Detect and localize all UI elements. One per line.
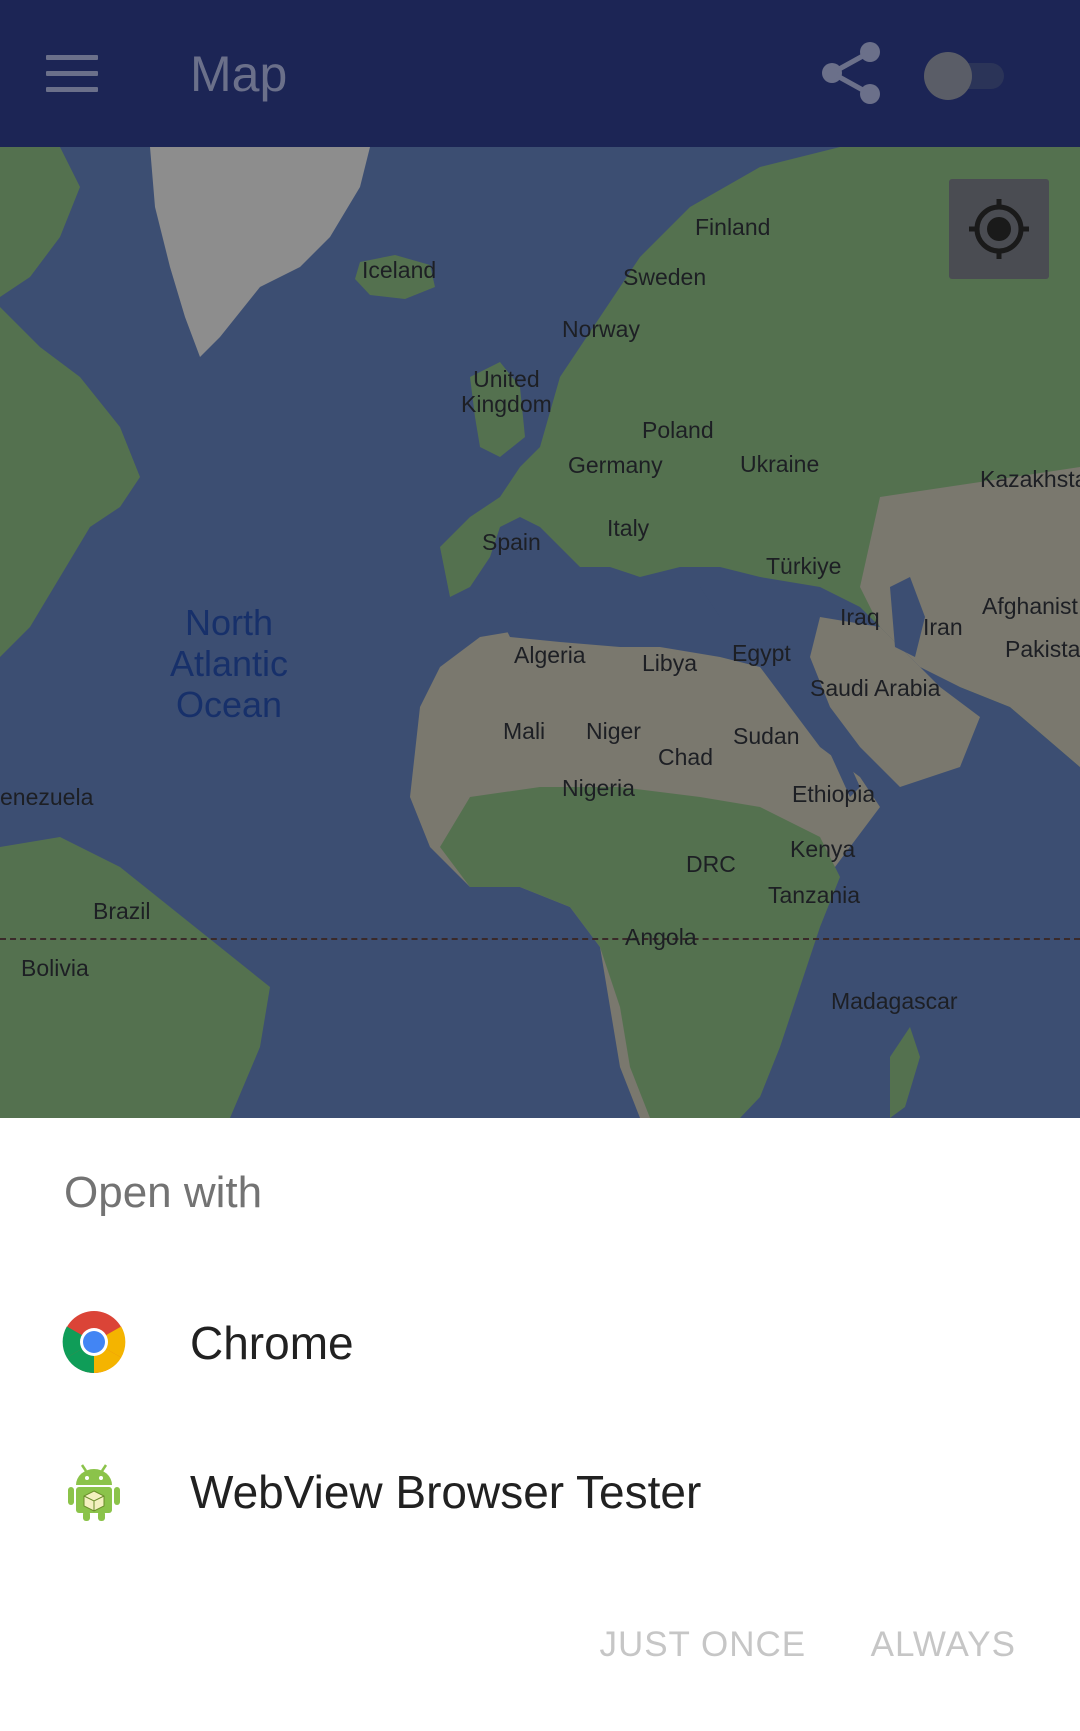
toggle-thumb [924,52,972,100]
app-label: Chrome [190,1317,354,1369]
map-graphic [0,147,1080,1118]
ocean-label: North Atlantic Ocean [170,602,289,725]
sheet-title: Open with [64,1168,263,1217]
country-label: Spain [482,529,541,555]
country-label: Niger [586,718,641,744]
country-label: Afghanist [982,593,1078,619]
page-title: Map [190,46,288,102]
android-icon [62,1459,126,1523]
country-label: Türkiye [766,553,842,579]
app-option-webview-tester[interactable]: WebView Browser Tester [0,1421,1080,1561]
country-label: Angola [625,924,697,950]
country-label: Madagascar [831,988,958,1014]
toggle-switch[interactable] [924,50,1008,100]
country-label: Finland [695,214,771,240]
chrome-icon [62,1310,126,1374]
country-label: Italy [607,515,650,541]
equator-line [0,938,1080,940]
app-label: WebView Browser Tester [190,1466,702,1518]
country-label: Egypt [732,640,791,666]
country-label: Germany [568,452,663,478]
app-bar: Map [0,0,1080,147]
map-view[interactable]: North Atlantic Ocean Finland Iceland Swe… [0,147,1080,1118]
share-icon[interactable] [820,40,882,106]
country-label: Sweden [623,264,707,290]
country-label: Mali [503,718,546,744]
country-label: Chad [658,744,713,770]
country-label: United Kingdom [461,366,552,417]
open-with-sheet: Open with Chrome WebView Browser Tester … [0,1118,1080,1731]
country-label: Ethiopia [792,781,876,807]
country-label: Norway [562,316,640,342]
country-label: Tanzania [768,882,861,908]
always-button[interactable]: ALWAYS [871,1625,1016,1665]
country-label: Iraq [840,604,880,630]
country-label: Kenya [790,836,856,862]
country-label: Bolivia [21,955,89,981]
country-label: Iceland [362,257,437,283]
country-label: Saudi Arabia [810,675,941,701]
country-label: Nigeria [562,775,635,801]
just-once-button[interactable]: JUST ONCE [599,1625,806,1665]
menu-icon[interactable] [46,55,98,95]
country-label: Kazakhsta [980,466,1080,492]
country-label: Poland [642,417,714,443]
app-option-chrome[interactable]: Chrome [0,1272,1080,1412]
country-label: Sudan [733,723,800,749]
country-label: Brazil [93,898,151,924]
sheet-actions: JUST ONCE ALWAYS [539,1625,1016,1665]
country-label: Ukraine [740,451,820,477]
country-label: Pakista [1005,636,1080,662]
my-location-button[interactable] [949,179,1049,279]
my-location-icon [969,199,1029,259]
country-label: Iran [923,614,963,640]
country-label: enezuela [0,784,94,810]
country-label: Algeria [514,642,586,668]
country-label: DRC [686,851,736,877]
country-label: Libya [642,650,697,676]
